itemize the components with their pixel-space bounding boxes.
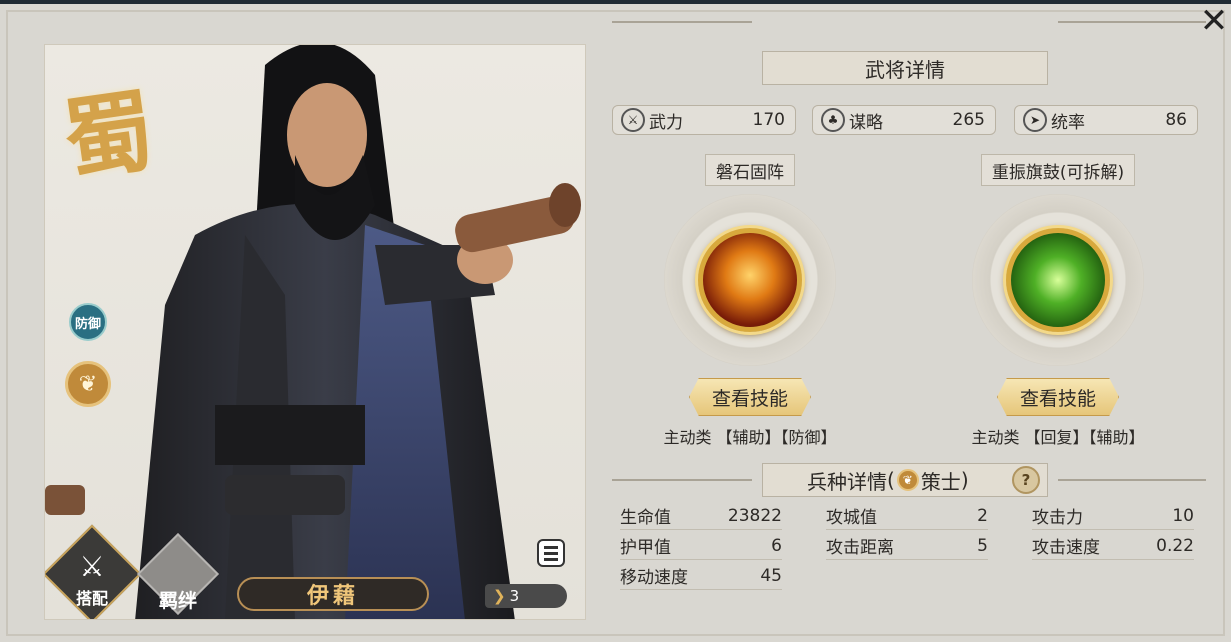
troop-stat-label: 移动速度: [620, 568, 688, 588]
troop-details-header: 兵种详情 ( ❦ 策士 ): [762, 462, 1048, 498]
rank-value: 3: [509, 587, 520, 605]
troop-stat-move-speed: 移动速度 45: [620, 562, 782, 590]
troop-stat-label: 生命值: [620, 508, 671, 528]
troop-stat-value: 6: [771, 535, 782, 556]
stat-label: 武力: [649, 112, 683, 133]
skill-type: 主动类 【辅助】【防御】: [663, 428, 837, 447]
troop-stat-label: 护甲值: [620, 538, 671, 558]
troop-stat-attack: 攻击力 10: [1032, 502, 1194, 530]
stat-label: 统率: [1051, 112, 1085, 133]
rank-badge: ❯ 3: [485, 584, 567, 608]
skill-ring: [972, 194, 1144, 366]
stat-strategy: ♣ 谋略 265: [812, 105, 996, 135]
equip-label: 搭配: [75, 589, 108, 608]
troop-stat-value: 0.22: [1156, 535, 1194, 556]
troop-stat-armor: 护甲值 6: [620, 532, 782, 560]
troop-stat-value: 45: [760, 565, 782, 586]
general-details-header: 武将详情: [762, 50, 1048, 86]
rank-arrow-icon: ❯: [493, 587, 506, 605]
strategist-icon: ❦: [896, 469, 919, 491]
stat-value: 265: [952, 110, 985, 130]
troop-stat-label: 攻城值: [826, 508, 877, 528]
defense-role-icon[interactable]: 防御: [69, 303, 107, 341]
troop-stat-value: 2: [977, 505, 988, 526]
troop-stat-hp: 生命值 23822: [620, 502, 782, 530]
skill-orb-icon[interactable]: [1006, 228, 1110, 332]
troop-stat-range: 攻击距离 5: [826, 532, 988, 560]
crossed-swords-icon: ⚔: [79, 550, 105, 583]
divider: [612, 479, 752, 481]
bond-label: 羁绊: [158, 590, 197, 612]
help-button[interactable]: ?: [1012, 466, 1040, 494]
bond-button[interactable]: 羁绊: [141, 539, 215, 613]
command-icon: ➤: [1023, 108, 1047, 132]
skill-ring: [664, 194, 836, 366]
force-icon: ⚔: [621, 108, 645, 132]
skill-type: 主动类 【回复】【辅助】: [971, 428, 1145, 447]
troop-stat-siege: 攻城值 2: [826, 502, 988, 530]
troop-stat-label: 攻击速度: [1032, 538, 1100, 558]
troop-type-label: 策士: [920, 469, 961, 494]
divider: [1058, 21, 1206, 23]
divider: [612, 21, 752, 23]
stat-value: 86: [1165, 110, 1187, 130]
troop-stat-value: 23822: [727, 505, 782, 526]
troop-type-icon[interactable]: ❦: [65, 361, 111, 407]
skill-card-2: 重振旗鼓(可拆解) 查看技能 主动类 【回复】【辅助】: [948, 154, 1168, 448]
stat-force: ⚔ 武力 170: [612, 105, 796, 135]
troop-stat-label: 攻击力: [1032, 508, 1083, 528]
troop-stat-value: 10: [1172, 505, 1194, 526]
skill-name: 磐石固阵: [705, 154, 795, 186]
troop-details-title: 兵种详情 ( ❦ 策士 ): [762, 463, 1048, 497]
skill-card-1: 磐石固阵 查看技能 主动类 【辅助】【防御】: [640, 154, 860, 448]
skill-name: 重振旗鼓(可拆解): [980, 154, 1136, 186]
divider: [1058, 479, 1206, 481]
strategy-icon: ♣: [821, 108, 845, 132]
troop-title-text: 兵种详情: [807, 469, 887, 494]
troop-stat-value: 5: [977, 535, 988, 556]
view-skill-button[interactable]: 查看技能: [689, 378, 811, 416]
view-skill-button[interactable]: 查看技能: [997, 378, 1119, 416]
hero-portrait-panel: 蜀 防御 ❦ ⚔ 搭配 羁绊 伊藉 ❯ 3: [44, 44, 586, 620]
stat-command: ➤ 统率 86: [1014, 105, 1198, 135]
hero-name-plate: 伊藉: [237, 577, 429, 611]
general-details-title: 武将详情: [762, 51, 1048, 85]
hero-detail-window: ✕ 蜀 防御 ❦ ⚔ 搭配 羁绊 伊藉 ❯ 3 武将详情 ⚔ 武力 170 ♣ …: [0, 0, 1231, 642]
stat-value: 170: [752, 110, 785, 130]
list-icon[interactable]: [537, 539, 565, 567]
kingdom-emblem: 蜀: [57, 77, 162, 195]
troop-title-paren: ): [960, 468, 969, 492]
troop-stat-label: 攻击距离: [826, 538, 894, 558]
troop-stat-attack-speed: 攻击速度 0.22: [1032, 532, 1194, 560]
equip-button[interactable]: ⚔ 搭配: [57, 539, 127, 609]
skill-orb-icon[interactable]: [698, 228, 802, 332]
stat-label: 谋略: [849, 112, 883, 133]
troop-title-paren: (: [887, 468, 895, 492]
